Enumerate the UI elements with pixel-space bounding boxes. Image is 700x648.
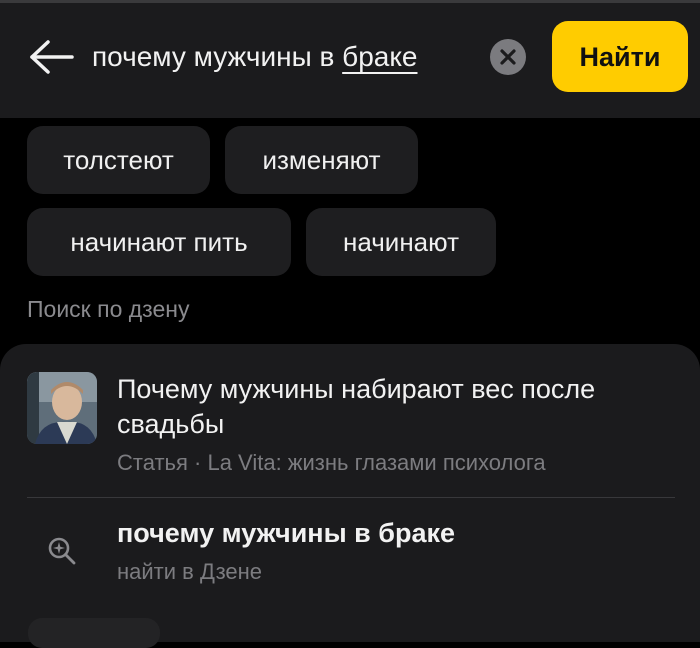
suggestion-chip[interactable]: начинают: [306, 208, 496, 276]
find-button[interactable]: Найти: [552, 21, 688, 92]
next-item-peek: [28, 618, 160, 648]
divider: [27, 497, 675, 498]
search-query-prefix: почему мужчины в: [92, 41, 343, 72]
section-title: Поиск по дзену: [27, 296, 190, 322]
search-suggestion-title: почему мужчины в браке: [117, 518, 455, 548]
suggestion-chip[interactable]: изменяют: [225, 126, 418, 194]
search-sparkle-icon: [46, 534, 78, 566]
suggestion-chip[interactable]: начинают пить: [27, 208, 291, 276]
status-strip: [0, 0, 700, 3]
clear-button[interactable]: [490, 39, 526, 75]
article-thumbnail: [27, 372, 97, 444]
clear-icon: [500, 49, 516, 65]
search-suggestion-subtitle: найти в Дзене: [117, 559, 263, 584]
suggestion-chip[interactable]: толстеют: [27, 126, 210, 194]
back-arrow-icon[interactable]: [28, 38, 76, 76]
search-input[interactable]: почему мужчины в браке: [92, 38, 418, 76]
article-meta: Статья · La Vita: жизнь глазами психолог…: [117, 450, 546, 475]
article-title: Почему мужчины набирают вес после свадьб…: [117, 374, 596, 439]
search-query-last-word: браке: [342, 41, 418, 72]
search-header: почему мужчины в браке Найти: [0, 0, 700, 118]
